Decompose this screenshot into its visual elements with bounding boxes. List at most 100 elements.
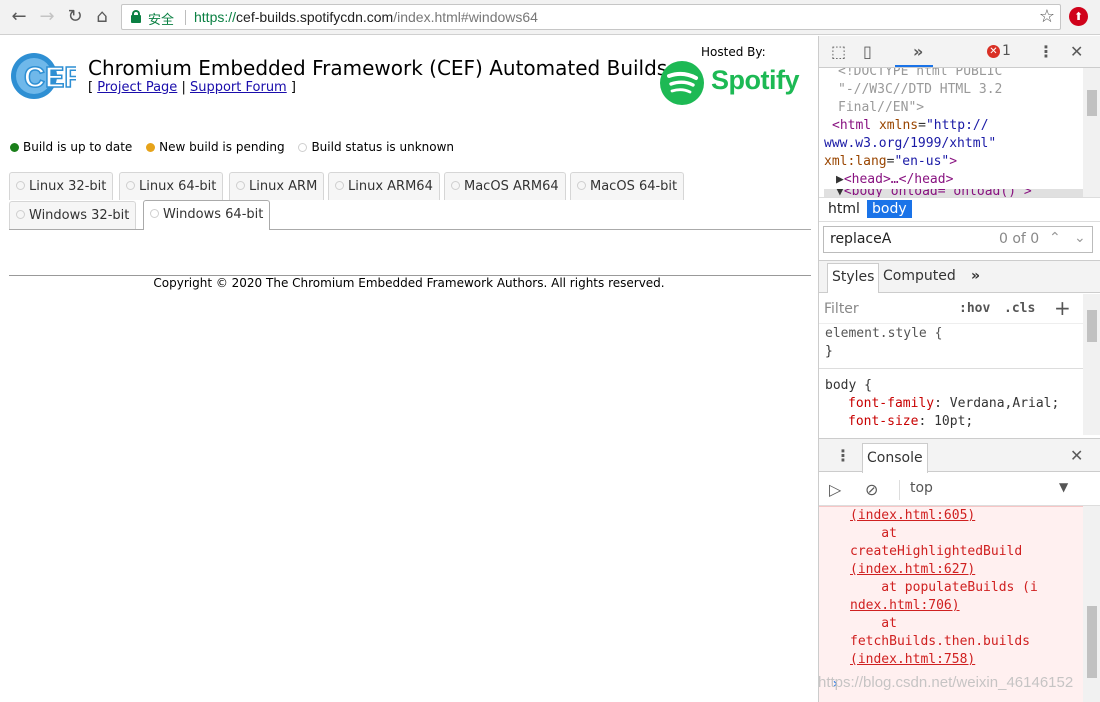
status-dot-icon [577,181,586,190]
dom-body-node[interactable]: ▼<body onload="onload()"> [824,189,1083,197]
tab-linux-32[interactable]: Linux 32-bit [9,172,114,200]
styles-pane: element.style { } body { font-family: Ve… [819,325,1083,435]
body-selector: body { [825,378,872,393]
spotify-icon [660,61,704,105]
logo-text: CEF [24,62,76,94]
page-content: CEF Chromium Embedded Framework (CEF) Au… [0,36,818,702]
close-devtools-icon[interactable]: ✕ [1070,42,1083,61]
new-rule-plus-icon[interactable]: + [1054,296,1071,320]
css-property-row[interactable]: font-family: Verdana,Arial; [825,395,1083,413]
dom-doctype-line: <!DOCTYPE html PUBLIC [838,68,1003,79]
collapse-triangle-icon[interactable]: ▼ [836,189,844,197]
console-line: at [850,526,897,541]
context-selector[interactable]: top [899,480,1079,500]
home-icon[interactable]: ⌂ [91,6,113,28]
styles-scrollbar[interactable] [1083,294,1100,435]
styles-scroll-thumb[interactable] [1087,310,1097,342]
more-panes-chevron-icon[interactable]: » [971,268,980,284]
console-line: createHighlightedBuild [850,544,1023,559]
search-prev-icon[interactable]: ⌃ [1049,230,1061,246]
crumb-html[interactable]: html [823,200,865,218]
tab-macos-arm64[interactable]: MacOS ARM64 [444,172,566,200]
console-sidebar-icon[interactable]: ▷ [829,480,841,499]
cef-logo: CEF [11,53,76,99]
status-dot-icon [236,181,245,190]
console-line[interactable]: at populateBuilds (i [850,579,1083,597]
dom-scroll-thumb[interactable] [1087,90,1097,116]
styles-filter-row: Filter :hov .cls + [819,294,1083,324]
close-drawer-icon[interactable]: ✕ [1070,446,1083,465]
expand-triangle-icon[interactable]: ▶ [836,172,844,187]
dom-doctype-line: "-//W3C//DTD HTML 3.2 [838,82,1003,97]
project-page-link[interactable]: Project Page [97,80,177,95]
legend-pending: New build is pending [146,140,285,154]
element-style-selector: element.style { [825,326,943,341]
error-icon: ✕ [987,45,1000,58]
dom-html-node[interactable]: <html xmlns="http:// [824,117,1083,135]
reload-icon[interactable]: ↻ [64,6,86,28]
hosted-by-label: Hosted By: [701,45,766,59]
green-dot-icon [10,143,19,152]
extension-icon[interactable]: ⬆ [1069,7,1088,26]
bookmark-star-icon[interactable]: ☆ [1039,6,1055,27]
device-toolbar-icon[interactable]: ▯ [863,42,872,61]
drawer-menu-icon[interactable]: ⋮ [835,446,851,465]
orange-dot-icon [146,143,156,152]
clear-console-icon[interactable]: ⊘ [865,480,878,499]
cls-toggle[interactable]: .cls [1004,301,1035,316]
console-scroll-thumb[interactable] [1087,606,1097,678]
tab-linux-arm64[interactable]: Linux ARM64 [328,172,440,200]
status-dot-icon [16,210,25,219]
status-dot-icon [335,181,344,190]
copyright-text: Copyright © 2020 The Chromium Embedded F… [153,276,665,290]
dom-head-node[interactable]: ▶<head>…</head> [824,171,1083,189]
console-line: at [850,616,897,631]
dom-html-node-cont: www.w3.org/1999/xhtml" [824,136,997,151]
support-forum-link[interactable]: Support Forum [190,80,287,95]
console-line[interactable]: (index.html:758) [850,651,1083,669]
tab-computed[interactable]: Computed [883,268,956,284]
console-scrollbar[interactable] [1083,506,1100,702]
active-tab-indicator [895,65,933,67]
page-title: Chromium Embedded Framework (CEF) Automa… [88,56,668,80]
dom-search-input[interactable]: replaceA [830,231,891,247]
forward-arrow-icon[interactable]: → [36,6,58,28]
css-property-row[interactable]: font-size: 10pt; [825,413,1083,431]
tab-linux-arm[interactable]: Linux ARM [229,172,325,200]
kebab-menu-icon[interactable]: ⋮ [1038,42,1054,61]
tab-console[interactable]: Console [862,443,928,473]
bracket-close: ] [290,80,296,95]
url-text[interactable]: https://cef-builds.spotifycdn.com/index.… [194,9,538,25]
styles-filter-input[interactable]: Filter [824,301,859,317]
crumb-body[interactable]: body [867,200,912,218]
breadcrumb: html body [819,197,1100,222]
address-bar[interactable]: 安全 https://cef-builds.spotifycdn.com/ind… [121,4,1061,30]
hov-toggle[interactable]: :hov [959,301,990,316]
console-line[interactable]: ndex.html:706) [850,597,1083,615]
context-dropdown-icon[interactable]: ▼ [1059,480,1068,494]
tab-macos-64[interactable]: MacOS 64-bit [570,172,685,200]
error-counter[interactable]: ✕ 1 [987,43,1011,59]
console-line[interactable]: (index.html:605) [850,507,1083,525]
tab-windows-64[interactable]: Windows 64-bit [143,200,271,230]
status-dot-icon [126,181,135,190]
spotify-logo[interactable]: Spotify [659,60,809,106]
tab-linux-64[interactable]: Linux 64-bit [119,172,224,200]
dom-doctype-line: Final//EN"> [838,100,925,115]
empty-dot-icon [298,143,308,152]
back-arrow-icon[interactable]: ← [8,6,30,28]
console-line[interactable]: (index.html:627) [850,561,1083,579]
rule-divider [819,361,1083,369]
watermark: https://blog.csdn.net/weixin_46146152 [818,674,1074,691]
dom-search-box[interactable]: replaceA 0 of 0 ⌃ ⌄ [823,226,1093,253]
tab-windows-32[interactable]: Windows 32-bit [9,201,137,229]
dom-scrollbar[interactable] [1083,68,1100,197]
tab-styles[interactable]: Styles [827,263,880,293]
search-next-icon[interactable]: ⌄ [1074,230,1086,246]
console-line: fetchBuilds.then.builds [850,634,1031,649]
dom-tree[interactable]: <!DOCTYPE html PUBLIC "-//W3C//DTD HTML … [819,68,1083,197]
spotify-wordmark: Spotify [711,65,800,95]
inspect-element-icon[interactable]: ⬚ [831,42,846,61]
dom-html-node-cont: xml:lang="en-us"> [824,154,958,169]
more-tabs-chevron-icon[interactable]: » [913,42,923,61]
